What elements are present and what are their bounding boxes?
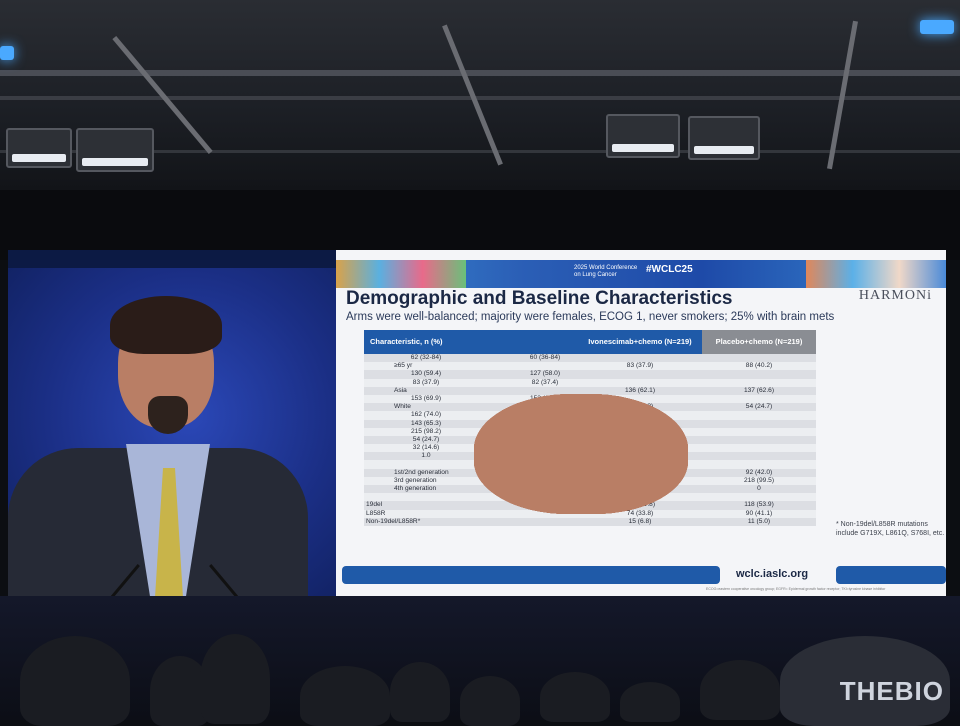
ivonescimab-value: 215 (98.2) (410, 427, 442, 435)
audience-head (200, 634, 270, 724)
ceiling-beam (827, 20, 858, 170)
speaker-beard (148, 396, 188, 434)
conference-banner: 2025 World Conference on Lung Cancer #WC… (336, 260, 946, 288)
speaker-camera-feed (8, 268, 336, 596)
speaker-hair (110, 296, 222, 354)
placebo-value: 90 (41.1) (745, 509, 773, 517)
audience-head (700, 660, 780, 720)
characteristics-table: Age – Median (range)62 (32-84)60 (36-84)… (364, 354, 816, 526)
table-row: Region – NA & Europe83 (37.9)82 (37.4) (364, 378, 816, 514)
placebo-value: 137 (62.6) (743, 386, 775, 394)
placebo-value: 127 (58.0) (529, 370, 561, 378)
row-label: Asia (394, 386, 407, 394)
venue-ceiling (0, 0, 960, 190)
row-label: ≥65 yr (394, 362, 413, 370)
ivonescimab-value: 143 (65.3) (410, 419, 442, 427)
table-row: Non-19del/L858R* 15 (6.8) 11 (5.0) (364, 517, 816, 526)
placebo-value: 88 (40.2) (745, 362, 773, 370)
column-header: Characteristic, n (%) (364, 330, 578, 354)
footer-bar (342, 566, 720, 584)
table-header: Characteristic, n (%) Ivonescimab+chemo … (364, 330, 816, 354)
stage-light (76, 128, 154, 172)
column-header: Ivonescimab+chemo (N=219) (578, 330, 702, 354)
table-row: Age – Median (range)62 (32-84)60 (36-84) (364, 354, 816, 514)
slide-title: Demographic and Baseline Characteristics (346, 288, 733, 309)
placebo-value: 92 (42.0) (745, 468, 773, 476)
abbreviations-note: ECOG=eastern cooperative oncology group;… (706, 587, 886, 591)
ivonescimab-value: 62 (32-84) (410, 354, 442, 361)
audience-head (460, 676, 520, 726)
stage-light (606, 114, 680, 158)
projection-screen: 2025 World Conference on Lung Cancer #WC… (8, 250, 946, 596)
slide-subtitle: Arms were well-balanced; majority were f… (346, 311, 835, 323)
audience-area (0, 596, 960, 726)
ivonescimab-value (364, 460, 488, 468)
blue-light (920, 20, 954, 34)
table-row: ≥65 yr 83 (37.9) 88 (40.2) (364, 362, 816, 371)
ceiling-beam (442, 24, 503, 166)
ivonescimab-value: 32 (14.6) (412, 444, 440, 452)
ivonescimab-value: 153 (69.9) (410, 394, 442, 402)
row-label: Non-19del/L858R* (366, 517, 421, 525)
ivonescimab-value: 83 (37.9) (412, 378, 440, 386)
table-row: Female130 (59.4)127 (58.0) (364, 370, 816, 514)
ivonescimab-value: 1.0 (421, 452, 431, 460)
ivonescimab-value: 130 (59.4) (410, 370, 442, 378)
study-logo: HARMONi (858, 288, 932, 303)
stage-light (6, 128, 72, 168)
footnote: * Non-19del/L858R mutations include G719… (836, 521, 945, 537)
audience-head (390, 662, 450, 722)
footer-url: wclc.iaslc.org (736, 568, 809, 580)
footer-bar (836, 566, 946, 584)
ivonescimab-value: 54 (24.7) (412, 435, 440, 443)
blue-light (0, 46, 14, 60)
banner-artwork (806, 260, 946, 288)
audience-head (300, 666, 390, 726)
watermark: THEBIO (839, 676, 944, 706)
stage-light (688, 116, 760, 160)
audience-head (540, 672, 610, 722)
conference-hashtag: #WCLC25 (646, 264, 693, 275)
placebo-value: 60 (36-84) (529, 354, 561, 361)
audience-head (20, 636, 130, 726)
ivonescimab-value (364, 493, 488, 501)
placebo-value: 118 (53.9) (744, 501, 774, 509)
banner-artwork (336, 260, 466, 288)
row-label: EGFR Mutation (474, 394, 688, 514)
audience-head (620, 682, 680, 722)
presentation-slide: 2025 World Conference on Lung Cancer #WC… (336, 250, 946, 596)
lighting-truss (0, 96, 960, 100)
ivonescimab-value: 162 (74.0) (410, 411, 442, 419)
ivonescimab-value: 15 (6.8) (628, 517, 652, 525)
ivonescimab-value: 83 (37.9) (626, 362, 654, 370)
placebo-value: 54 (24.7) (745, 403, 773, 411)
placebo-value: 11 (5.0) (747, 517, 771, 525)
placebo-value: 218 (99.5) (743, 476, 775, 484)
conference-name: 2025 World Conference on Lung Cancer (574, 265, 638, 278)
placebo-value: 82 (37.4) (531, 378, 559, 386)
placebo-value: 0 (757, 485, 761, 492)
table-row: EGFR Mutation (364, 394, 816, 514)
column-header: Placebo+chemo (N=219) (702, 330, 816, 354)
